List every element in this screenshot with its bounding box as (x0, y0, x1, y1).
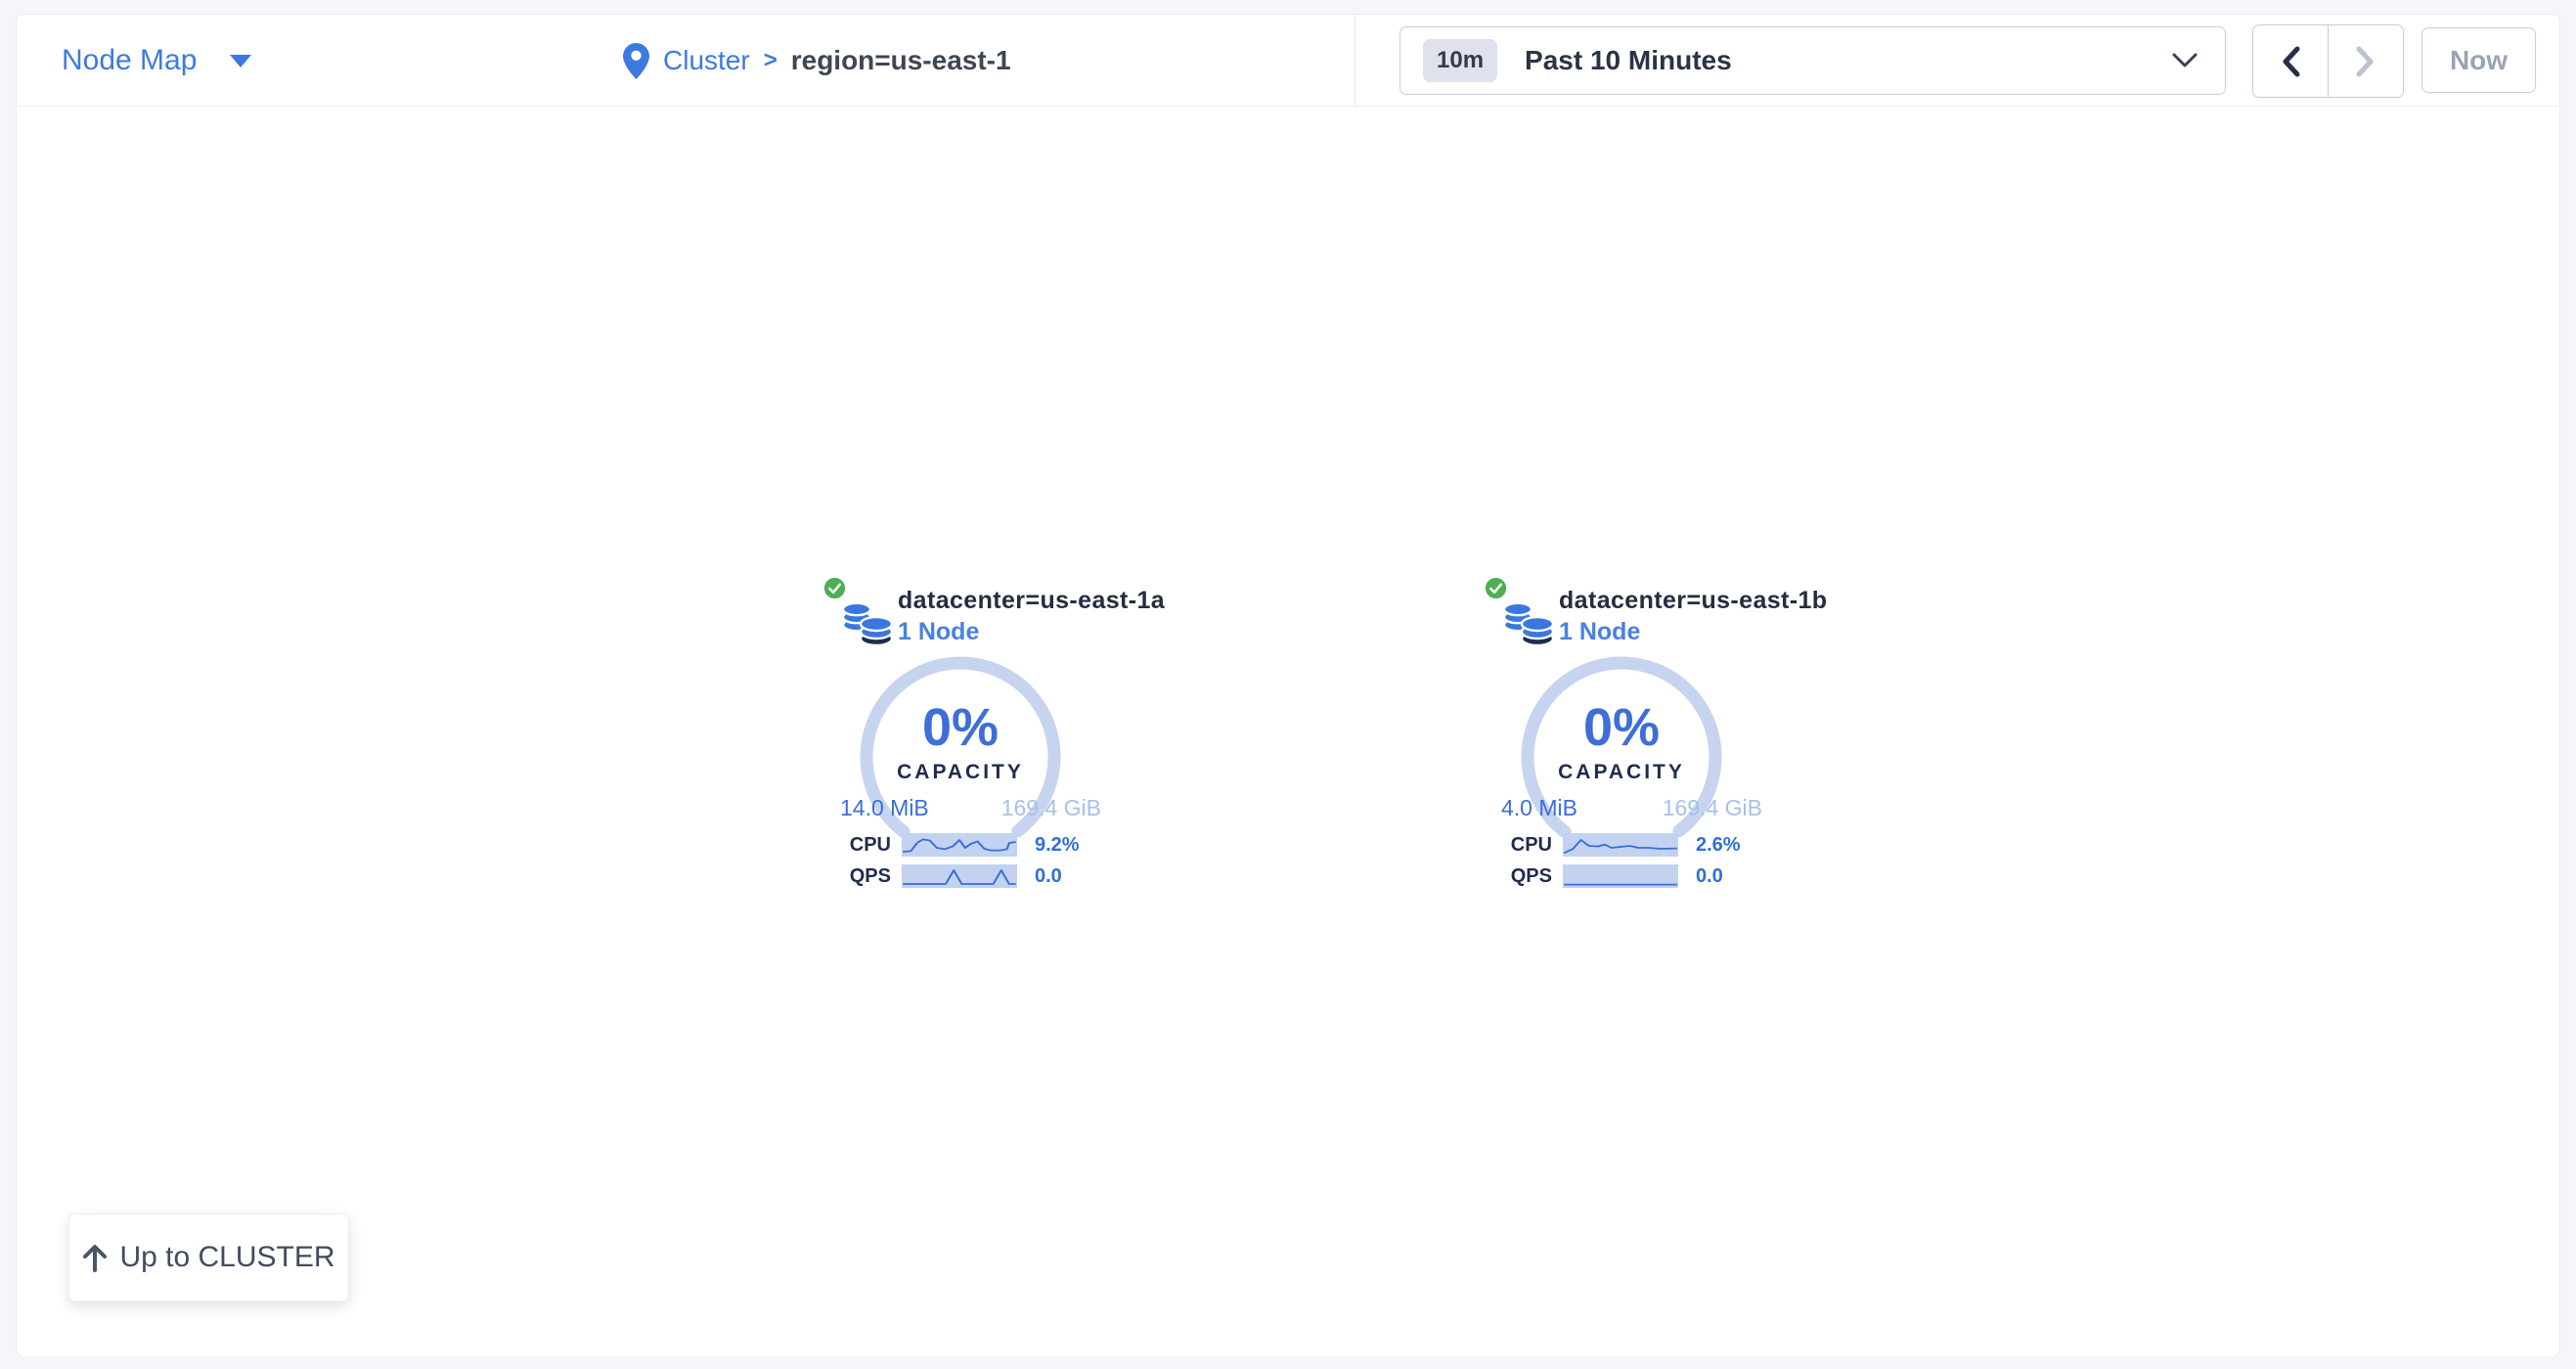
time-nav-group (2252, 24, 2404, 98)
capacity-label: CAPACITY (1514, 761, 1729, 784)
caret-down-icon (230, 55, 251, 67)
breadcrumb-current-locality: region=us-east-1 (791, 45, 1011, 76)
breadcrumb: Cluster > region=us-east-1 (623, 15, 1011, 107)
time-prev-button[interactable] (2253, 25, 2329, 97)
cpu-sparkline (902, 833, 1017, 857)
location-pin-icon (623, 43, 649, 79)
view-selector-label: Node Map (62, 44, 197, 77)
cpu-value: 9.2% (1035, 834, 1080, 857)
capacity-values-row: 4.0 MiB 169.4 GiB (1501, 795, 1762, 821)
chevron-down-icon (2172, 53, 2198, 68)
cpu-sparkline (1563, 833, 1678, 857)
node-map-canvas (17, 108, 2559, 1356)
breadcrumb-cluster-link[interactable]: Cluster (663, 45, 750, 76)
view-selector-dropdown[interactable]: Node Map (62, 15, 251, 107)
cpu-value: 2.6% (1696, 834, 1741, 857)
locality-node-count: 1 Node (1559, 618, 1640, 646)
cpu-label: CPU (822, 834, 891, 857)
capacity-total: 169.4 GiB (1001, 795, 1101, 821)
now-button-label: Now (2450, 45, 2508, 76)
locality-card[interactable]: datacenter=us-east-1a 1 Node 0% CAPACITY… (822, 574, 1101, 897)
locality-title: datacenter=us-east-1a (898, 587, 1165, 615)
database-stack-icon (840, 594, 895, 648)
arrow-up-icon (82, 1243, 108, 1272)
top-bar: Node Map Cluster > region=us-east-1 10m … (17, 15, 2559, 107)
qps-sparkline (902, 864, 1017, 888)
qps-sparkline (1563, 864, 1678, 888)
capacity-percent: 0% (853, 697, 1068, 758)
qps-metric-row: QPS 0.0 (822, 865, 1101, 889)
capacity-percent: 0% (1514, 697, 1729, 758)
up-to-cluster-label: Up to CLUSTER (119, 1241, 334, 1274)
capacity-used: 4.0 MiB (1501, 795, 1577, 821)
time-range-badge: 10m (1423, 39, 1497, 82)
locality-node-count: 1 Node (898, 618, 979, 646)
time-range-label: Past 10 Minutes (1525, 45, 1732, 76)
time-range-selector[interactable]: 10m Past 10 Minutes (1399, 26, 2226, 95)
database-stack-icon (1501, 594, 1556, 648)
cpu-metric-row: CPU 2.6% (1484, 834, 1762, 858)
time-next-button[interactable] (2329, 25, 2404, 97)
capacity-used: 14.0 MiB (840, 795, 929, 821)
qps-metric-row: QPS 0.0 (1484, 865, 1762, 889)
chevron-left-icon (2280, 45, 2301, 78)
cpu-label: CPU (1484, 834, 1552, 857)
qps-value: 0.0 (1696, 865, 1723, 888)
capacity-values-row: 14.0 MiB 169.4 GiB (840, 795, 1101, 821)
chevron-right-icon (2355, 45, 2376, 78)
qps-label: QPS (822, 865, 891, 888)
main-panel: Node Map Cluster > region=us-east-1 10m … (16, 14, 2560, 1356)
locality-card[interactable]: datacenter=us-east-1b 1 Node 0% CAPACITY… (1484, 574, 1762, 897)
capacity-total: 169.4 GiB (1663, 795, 1762, 821)
now-button[interactable]: Now (2421, 27, 2536, 93)
cpu-metric-row: CPU 9.2% (822, 834, 1101, 858)
qps-value: 0.0 (1035, 865, 1062, 888)
locality-title: datacenter=us-east-1b (1559, 587, 1827, 615)
capacity-label: CAPACITY (853, 761, 1068, 784)
qps-label: QPS (1484, 865, 1552, 888)
breadcrumb-separator: > (764, 47, 777, 74)
up-to-cluster-button[interactable]: Up to CLUSTER (68, 1214, 349, 1302)
